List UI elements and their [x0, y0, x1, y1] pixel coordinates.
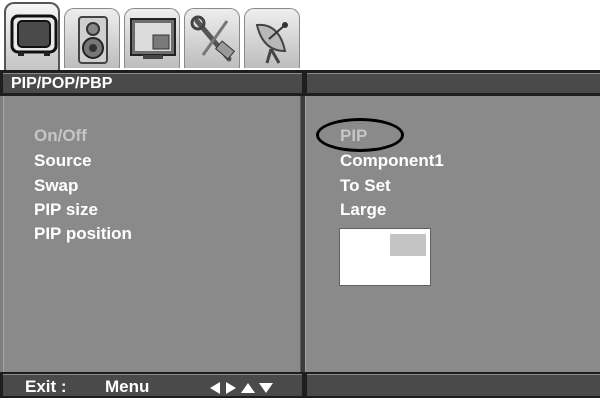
tab-sound[interactable]: [64, 8, 120, 68]
down-arrow-icon: [259, 383, 273, 393]
speaker-icon: [78, 16, 108, 64]
value-swap[interactable]: To Set: [340, 176, 391, 196]
satellite-dish-icon: [255, 22, 288, 64]
pip-inset-window: [390, 234, 426, 256]
value-list: PIP Component1 To Set Large: [306, 96, 600, 372]
pip-screen-icon: [130, 18, 176, 59]
menu-tab-bar: [0, 0, 320, 70]
tab-channel[interactable]: [244, 8, 300, 68]
left-arrow-icon: [210, 382, 220, 394]
menu-item-pip-size[interactable]: PIP size: [34, 200, 98, 220]
osd-screen: PIP/POP/PBP On/Off Source Swap PIP size …: [0, 0, 600, 398]
menu-item-on-off[interactable]: On/Off: [34, 126, 87, 146]
menu-key-label[interactable]: Menu: [105, 378, 149, 396]
exit-label: Exit :: [25, 377, 67, 396]
pip-position-preview[interactable]: [339, 228, 431, 286]
osd-panel: PIP/POP/PBP On/Off Source Swap PIP size …: [0, 70, 600, 398]
header-bar: PIP/POP/PBP: [0, 70, 600, 96]
value-on-off[interactable]: PIP: [340, 126, 367, 146]
up-arrow-icon: [241, 383, 255, 393]
value-pip-size[interactable]: Large: [340, 200, 386, 220]
menu-list: On/Off Source Swap PIP size PIP position: [3, 96, 300, 372]
footer-left: Exit : Menu: [3, 374, 302, 396]
menu-item-source[interactable]: Source: [34, 151, 92, 171]
footer-bar: Exit : Menu: [0, 372, 600, 398]
right-arrow-icon: [226, 382, 236, 394]
tab-picture[interactable]: [4, 2, 60, 70]
footer-right: [307, 374, 600, 396]
tab-setup[interactable]: [184, 8, 240, 68]
tools-icon: [190, 15, 236, 62]
menu-item-pip-position[interactable]: PIP position: [34, 224, 132, 244]
value-source[interactable]: Component1: [340, 151, 444, 171]
tab-pip[interactable]: [124, 8, 180, 68]
menu-item-swap[interactable]: Swap: [34, 176, 78, 196]
page-title: PIP/POP/PBP: [11, 75, 113, 92]
tv-icon: [10, 14, 58, 56]
header-left: PIP/POP/PBP: [3, 73, 302, 93]
header-right: [307, 73, 600, 93]
